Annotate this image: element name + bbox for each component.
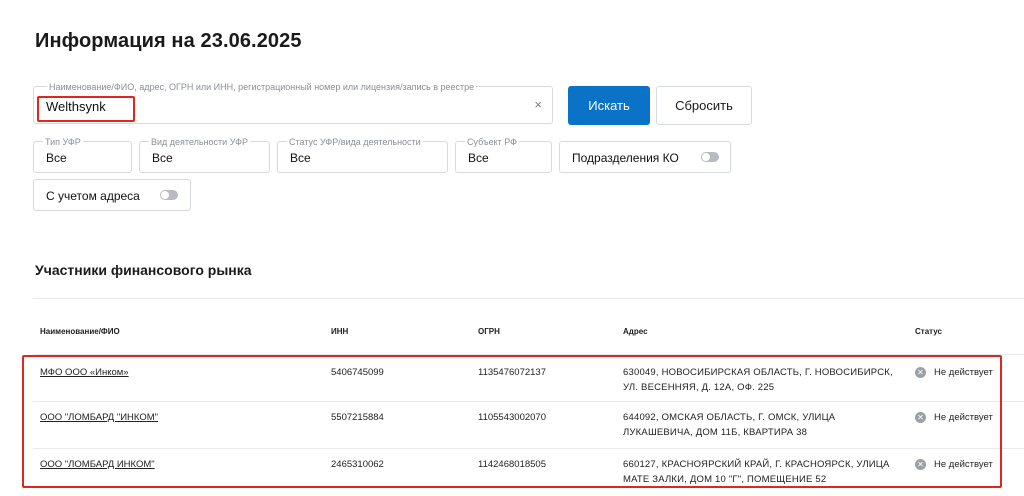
filter-value: Все xyxy=(468,151,489,165)
filter-value: Все xyxy=(152,151,173,165)
toggle-label: Подразделения КО xyxy=(572,151,679,165)
status-value: Не действует xyxy=(934,459,993,470)
filter-label: Вид деятельности УФР xyxy=(149,137,250,147)
search-button[interactable]: Искать xyxy=(568,86,650,125)
toggle-address[interactable]: С учетом адреса xyxy=(33,179,191,211)
address-value: 644092, ОМСКАЯ ОБЛАСТЬ, Г. ОМСК, УЛИЦА Л… xyxy=(623,412,836,438)
address-value: 630049, НОВОСИБИРСКАЯ ОБЛАСТЬ, Г. НОВОСИ… xyxy=(623,367,893,393)
filter-ufr-type[interactable]: Тип УФР Все xyxy=(33,137,132,173)
x-circle-icon: ✕ xyxy=(915,367,926,378)
inn-value: 5406745099 xyxy=(331,367,384,378)
filter-value: Все xyxy=(290,151,311,165)
filter-status[interactable]: Статус УФР/вида деятельности Все xyxy=(277,137,448,173)
row-divider xyxy=(33,401,1024,402)
row-divider xyxy=(33,448,1024,449)
filter-label: Статус УФР/вида деятельности xyxy=(287,137,423,147)
toggle-branches[interactable]: Подразделения КО xyxy=(559,141,731,173)
toggle-switch[interactable] xyxy=(160,190,178,200)
org-name-link[interactable]: МФО ООО «Инком» xyxy=(40,365,129,380)
filter-value: Все xyxy=(46,151,67,165)
org-name-link[interactable]: ООО "ЛОМБАРД ИНКОМ" xyxy=(40,457,155,472)
close-icon[interactable]: × xyxy=(534,97,542,112)
column-header-address: Адрес xyxy=(623,327,648,336)
column-header-ogrn: ОГРН xyxy=(478,327,500,336)
search-field[interactable]: Наименование/ФИО, адрес, ОГРН или ИНН, р… xyxy=(33,82,553,124)
inn-value: 5507215884 xyxy=(331,412,384,423)
status-value: Не действует xyxy=(934,412,993,423)
search-label: Наименование/ФИО, адрес, ОГРН или ИНН, р… xyxy=(47,82,477,92)
column-header-inn: ИНН xyxy=(331,327,349,336)
address-value: 660127, КРАСНОЯРСКИЙ КРАЙ, Г. КРАСНОЯРСК… xyxy=(623,459,890,485)
x-circle-icon: ✕ xyxy=(915,412,926,423)
column-header-status: Статус xyxy=(915,327,942,336)
filter-activity-type[interactable]: Вид деятельности УФР Все xyxy=(139,137,270,173)
ogrn-value: 1142468018505 xyxy=(478,459,546,470)
column-header-name: Наименование/ФИО xyxy=(40,327,120,336)
filter-label: Субъект РФ xyxy=(465,137,519,147)
ogrn-value: 1135476072137 xyxy=(478,367,546,378)
inn-value: 2465310062 xyxy=(331,459,384,470)
row-divider xyxy=(33,354,1024,355)
search-input[interactable] xyxy=(46,99,516,114)
toggle-switch[interactable] xyxy=(701,152,719,162)
org-name-link[interactable]: ООО "ЛОМБАРД "ИНКОМ" xyxy=(40,410,158,425)
x-circle-icon: ✕ xyxy=(915,459,926,470)
reset-button[interactable]: Сбросить xyxy=(656,86,752,125)
divider xyxy=(33,298,1024,299)
ogrn-value: 1105543002070 xyxy=(478,412,546,423)
page-title: Информация на 23.06.2025 xyxy=(35,30,302,52)
filter-region[interactable]: Субъект РФ Все xyxy=(455,137,552,173)
filter-label: Тип УФР xyxy=(43,137,83,147)
toggle-label: С учетом адреса xyxy=(46,189,140,203)
status-value: Не действует xyxy=(934,367,993,378)
section-title: Участники финансового рынка xyxy=(35,262,252,278)
